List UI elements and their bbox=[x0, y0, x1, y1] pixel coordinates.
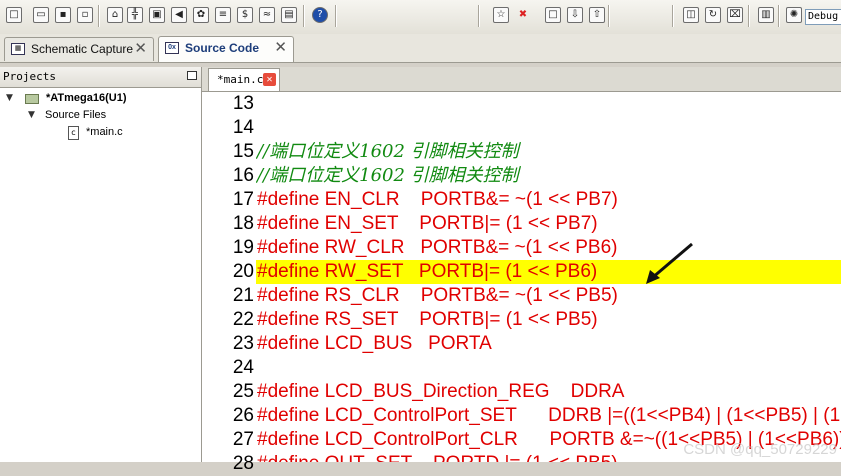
document-tabbar: ▦ Schematic Capture ✕ 0x Source Code ✕ bbox=[0, 34, 841, 63]
tab-source-code[interactable]: 0x Source Code ✕ bbox=[158, 36, 294, 62]
clean-icon[interactable]: ⌧ bbox=[727, 7, 743, 23]
new-source-icon[interactable]: □ bbox=[545, 7, 561, 23]
line-number: 13 bbox=[232, 93, 254, 114]
line-number: 20 bbox=[232, 261, 254, 282]
code-line[interactable]: #define EN_CLR PORTB&= ~(1 << PB7) bbox=[257, 188, 618, 212]
close-icon[interactable]: ✕ bbox=[134, 38, 147, 60]
code-line[interactable]: #define RW_CLR PORTB&= ~(1 << PB6) bbox=[257, 236, 617, 260]
line-number: 18 bbox=[232, 213, 254, 234]
line-number: 23 bbox=[232, 333, 254, 354]
code-line[interactable]: #define RW_SET PORTB|= (1 << PB6) bbox=[257, 260, 597, 284]
tab-schematic-capture[interactable]: ▦ Schematic Capture ✕ bbox=[4, 37, 154, 61]
tree-item-main-c[interactable]: *main.c bbox=[86, 126, 123, 138]
line-number: 25 bbox=[232, 381, 254, 402]
line-number: 24 bbox=[232, 357, 254, 378]
line-number: 15 bbox=[232, 141, 254, 162]
bom-report-icon[interactable]: $ bbox=[237, 7, 253, 23]
projects-header: Projects bbox=[0, 67, 201, 88]
code-line[interactable]: #define RS_CLR PORTB&= ~(1 << PB5) bbox=[257, 284, 618, 308]
ic-icon[interactable]: ▥ bbox=[758, 7, 774, 23]
delete-icon[interactable]: ✖ bbox=[515, 7, 531, 23]
save-icon[interactable]: ▪ bbox=[55, 7, 71, 23]
watermark: CSDN @qq_50729229 bbox=[683, 441, 837, 458]
editor-tabbar: *main.c ✕ bbox=[202, 67, 841, 92]
c-file-icon: c bbox=[68, 126, 79, 140]
tree-item-source-files[interactable]: Source Files bbox=[45, 109, 106, 121]
build-icon[interactable]: ◫ bbox=[683, 7, 699, 23]
toolbar-separator bbox=[672, 5, 674, 27]
code-line[interactable]: #define LCD_BUS PORTA bbox=[257, 332, 492, 356]
export-file-icon[interactable]: ⇧ bbox=[589, 7, 605, 23]
schematic-icon: ▦ bbox=[11, 43, 25, 55]
document-icon[interactable]: ▤ bbox=[281, 7, 297, 23]
code-line[interactable]: //端口位定义1602 引脚相关控制 bbox=[257, 140, 519, 164]
line-number-gutter: 13 14 15 16 17 18 19 20 21 22 23 24 25 26 27 28 bbox=[202, 92, 256, 474]
annotation-arrow-icon bbox=[646, 242, 693, 284]
component-list-icon[interactable]: ≡ bbox=[215, 7, 231, 23]
debug-gear-icon[interactable]: ✿ bbox=[193, 7, 209, 23]
line-number: 16 bbox=[232, 165, 254, 186]
source-code-icon: 0x bbox=[165, 42, 179, 54]
toolbar-separator bbox=[303, 5, 305, 27]
line-number: 28 bbox=[232, 453, 254, 474]
open-folder-icon[interactable]: ▭ bbox=[33, 7, 49, 23]
line-number: 19 bbox=[232, 237, 254, 258]
line-number: 21 bbox=[232, 285, 254, 306]
toolbar-separator bbox=[608, 5, 610, 27]
editor-tab-label: *main.c bbox=[217, 73, 264, 86]
toolbar-separator bbox=[748, 5, 750, 27]
toolbar-separator bbox=[335, 5, 337, 27]
code-line[interactable]: //端口位定义1602 引脚相关控制 bbox=[257, 164, 519, 188]
add-item-icon[interactable]: ☆ bbox=[493, 7, 509, 23]
projects-panel: Projects ▼ *ATmega16(U1) ▼ Source Files … bbox=[0, 67, 202, 462]
settings-gear-icon[interactable]: ✺ bbox=[786, 7, 802, 23]
tab-label: Source Code bbox=[185, 41, 260, 55]
line-number: 22 bbox=[232, 309, 254, 330]
main-toolbar: □ ▭ ▪ ▫ ⌂ ╬ ▣ ◀ ✿ ≡ $ ≈ ▤? ☆ ✖ □ ⇩ ⇧ ◫ ↻ ⌧ ▥ ✺ bbox=[0, 0, 841, 35]
tab-label: Schematic Capture bbox=[31, 42, 134, 56]
line-number: 17 bbox=[232, 189, 254, 210]
netlist-icon[interactable]: ≈ bbox=[259, 7, 275, 23]
restore-panel-icon[interactable] bbox=[187, 71, 197, 80]
chip-icon[interactable]: ▣ bbox=[149, 7, 165, 23]
home-icon[interactable]: ⌂ bbox=[107, 7, 123, 23]
code-line[interactable]: #define RS_SET PORTB|= (1 << PB5) bbox=[257, 308, 598, 332]
new-file-icon[interactable]: □ bbox=[6, 7, 22, 23]
editor-tab-main-c[interactable]: *main.c ✕ bbox=[208, 68, 280, 91]
code-editor[interactable]: //端口位定义1602 引脚相关控制//端口位定义1602 引脚相关控制 #def… bbox=[256, 92, 841, 462]
projects-title: Projects bbox=[3, 70, 56, 83]
toolbar-separator bbox=[778, 5, 780, 27]
rebuild-icon[interactable]: ↻ bbox=[705, 7, 721, 23]
toolbar-separator bbox=[98, 5, 100, 27]
save-all-icon[interactable]: ▫ bbox=[77, 7, 93, 23]
code-line[interactable]: #define LCD_ControlPort_SET DDRB |=((1<<… bbox=[257, 404, 841, 428]
help-icon[interactable]: ? bbox=[312, 7, 328, 23]
line-number: 27 bbox=[232, 429, 254, 450]
code-line[interactable]: #define LCD_BUS_Direction_REG DDRA bbox=[257, 380, 625, 404]
line-number: 26 bbox=[232, 405, 254, 426]
schematic-component-icon[interactable]: ╬ bbox=[127, 7, 143, 23]
config-dropdown[interactable]: Debug bbox=[805, 9, 841, 25]
import-file-icon[interactable]: ⇩ bbox=[567, 7, 583, 23]
code-line[interactable]: #define EN_SET PORTB|= (1 << PB7) bbox=[257, 212, 598, 236]
tree-item-project[interactable]: *ATmega16(U1) bbox=[46, 92, 127, 104]
line-number: 14 bbox=[232, 117, 254, 138]
close-icon[interactable]: ✕ bbox=[263, 73, 276, 86]
close-icon[interactable]: ✕ bbox=[274, 37, 287, 59]
step-back-icon[interactable]: ◀ bbox=[171, 7, 187, 23]
expand-arrow-icon[interactable]: ▼ bbox=[28, 110, 35, 120]
code-line[interactable]: #define OUT_SET PORTD |= (1 << PB5) bbox=[257, 452, 618, 462]
folder-open-icon bbox=[25, 94, 39, 104]
expand-arrow-icon[interactable]: ▼ bbox=[6, 93, 13, 103]
toolbar-separator bbox=[478, 5, 480, 27]
